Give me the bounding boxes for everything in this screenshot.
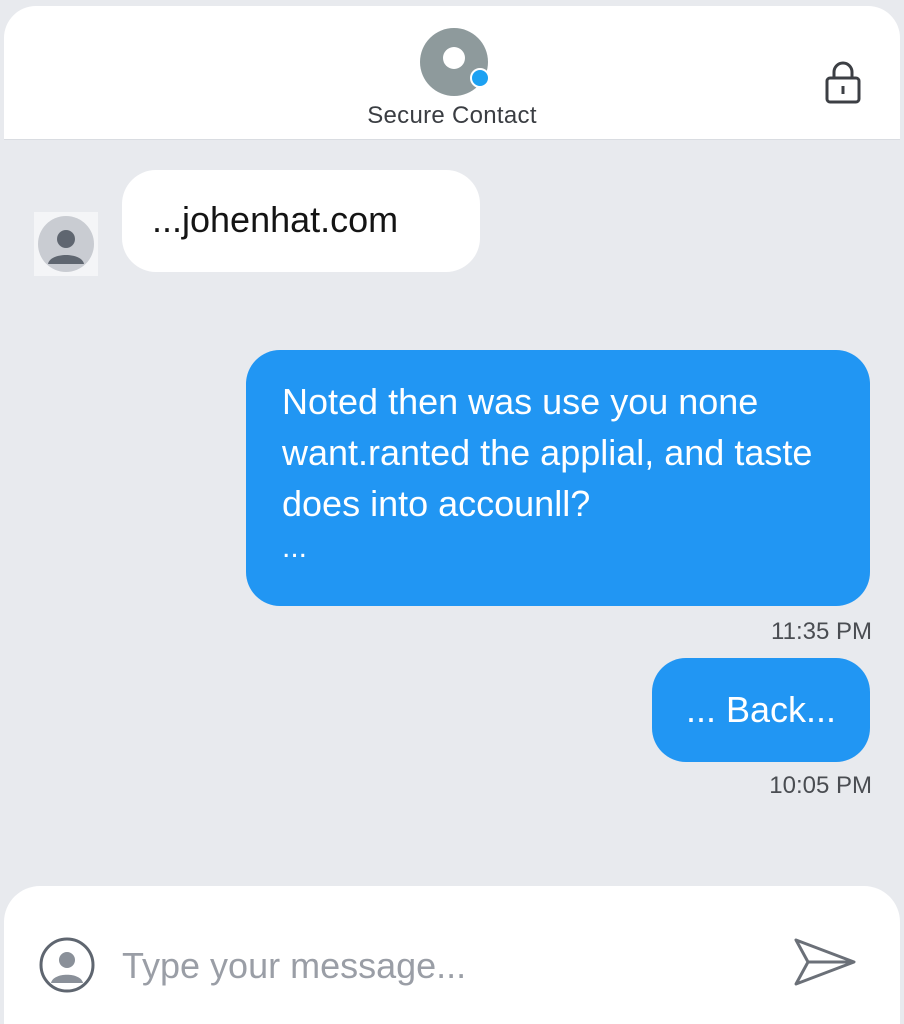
user-avatar-icon — [39, 937, 95, 993]
contact-name: Secure Contact — [367, 102, 537, 129]
outgoing-message: ... Back... — [652, 658, 870, 762]
message-timestamp: 10:05 PM — [769, 772, 872, 799]
sender-avatar-icon — [34, 212, 98, 276]
send-icon[interactable] — [790, 932, 860, 996]
message-timestamp: 11:35 PM — [771, 618, 872, 645]
message-text: Noted then was use you none want.ranted … — [282, 381, 813, 524]
message-composer — [4, 886, 900, 1024]
chat-screen: Secure Contact ...johenhat.com Noted the… — [0, 0, 904, 1024]
lock-icon[interactable] — [822, 58, 864, 106]
contact-avatar-icon[interactable] — [418, 26, 490, 98]
chat-header: Secure Contact — [4, 6, 900, 140]
message-input[interactable] — [122, 938, 742, 994]
incoming-message: ...johenhat.com — [122, 170, 480, 272]
message-ellipsis: ... — [282, 531, 308, 564]
outgoing-message: Noted then was use you none want.ranted … — [246, 350, 870, 606]
